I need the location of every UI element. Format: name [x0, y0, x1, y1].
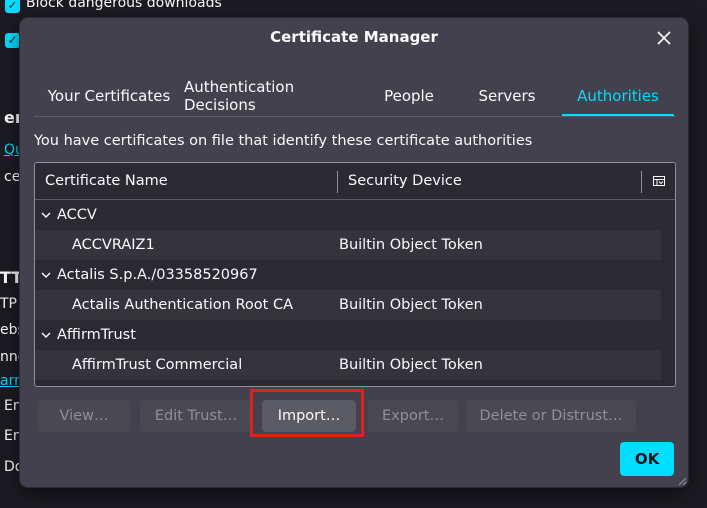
- view-button[interactable]: View…: [38, 400, 130, 432]
- tree-row-certificate[interactable]: Actalis Authentication Root CA Builtin O…: [35, 290, 661, 320]
- tab-people[interactable]: People: [366, 78, 452, 114]
- column-security-device[interactable]: Security Device: [348, 173, 462, 189]
- security-device: Builtin Object Token: [339, 357, 483, 373]
- bg-fragment-https-text: TP: [0, 296, 17, 312]
- tree-row-group[interactable]: AffirmTrust: [35, 320, 661, 350]
- certificate-manager-dialog: Certificate Manager Your Certificates Au…: [20, 18, 688, 487]
- bg-fragment-text: ce: [4, 169, 21, 185]
- chevron-down-icon[interactable]: [41, 210, 51, 220]
- block-downloads-label: Block dangerous downloads: [26, 0, 222, 11]
- import-highlight-box: [250, 389, 364, 437]
- tab-your-certificates[interactable]: Your Certificates: [34, 78, 184, 114]
- edit-trust-button[interactable]: Edit Trust…: [140, 400, 252, 432]
- tree-row-certificate[interactable]: ACCVRAIZ1 Builtin Object Token: [35, 230, 661, 260]
- resize-grip-icon[interactable]: [677, 476, 687, 486]
- ok-button[interactable]: OK: [620, 442, 674, 476]
- security-device: Builtin Object Token: [339, 297, 483, 313]
- group-name: AffirmTrust: [57, 327, 136, 343]
- certificate-tree[interactable]: Certificate Name Security Device ACCV AC…: [34, 162, 676, 387]
- column-separator[interactable]: [337, 171, 338, 193]
- view-button-label: View…: [59, 408, 109, 424]
- group-name: ACCV: [57, 207, 97, 223]
- certificate-name: ACCVRAIZ1: [72, 237, 155, 253]
- close-icon: [657, 31, 671, 45]
- checkbox-secondary[interactable]: ✓: [5, 33, 20, 48]
- delete-button-label: Delete or Distrust…: [479, 408, 623, 424]
- edit-trust-button-label: Edit Trust…: [154, 408, 238, 424]
- tree-row-certificate[interactable]: AffirmTrust Commercial Builtin Object To…: [35, 350, 661, 380]
- tree-scrollbar[interactable]: [663, 200, 675, 386]
- tab-authentication-decisions[interactable]: Authentication Decisions: [184, 78, 366, 114]
- column-certificate-name[interactable]: Certificate Name: [45, 173, 168, 189]
- column-separator-2[interactable]: [641, 171, 642, 193]
- ok-button-label: OK: [634, 450, 660, 468]
- export-button-label: Export…: [382, 408, 444, 424]
- export-button[interactable]: Export…: [368, 400, 458, 432]
- tree-header: Certificate Name Security Device: [35, 163, 675, 200]
- security-device: Builtin Object Token: [339, 237, 483, 253]
- tree-row-group[interactable]: ACCV: [35, 200, 661, 230]
- chevron-down-icon[interactable]: [41, 270, 51, 280]
- chevron-down-icon[interactable]: [41, 330, 51, 340]
- group-name: Actalis S.p.A./03358520967: [57, 267, 258, 283]
- authorities-description: You have certificates on file that ident…: [34, 133, 533, 149]
- delete-or-distrust-button[interactable]: Delete or Distrust…: [466, 400, 636, 432]
- tab-authorities[interactable]: Authorities: [562, 78, 674, 116]
- tab-bar: Your Certificates Authentication Decisio…: [34, 78, 676, 117]
- column-picker-icon: [653, 176, 665, 186]
- checkbox-block-downloads[interactable]: ✓: [5, 0, 20, 13]
- column-picker-button[interactable]: [651, 173, 667, 189]
- tab-servers[interactable]: Servers: [452, 78, 562, 114]
- certificate-name: Actalis Authentication Root CA: [72, 297, 293, 313]
- tree-row-group[interactable]: Actalis S.p.A./03358520967: [35, 260, 661, 290]
- close-button[interactable]: [652, 26, 676, 50]
- dialog-title: Certificate Manager: [270, 28, 438, 46]
- certificate-name: AffirmTrust Commercial: [72, 357, 243, 373]
